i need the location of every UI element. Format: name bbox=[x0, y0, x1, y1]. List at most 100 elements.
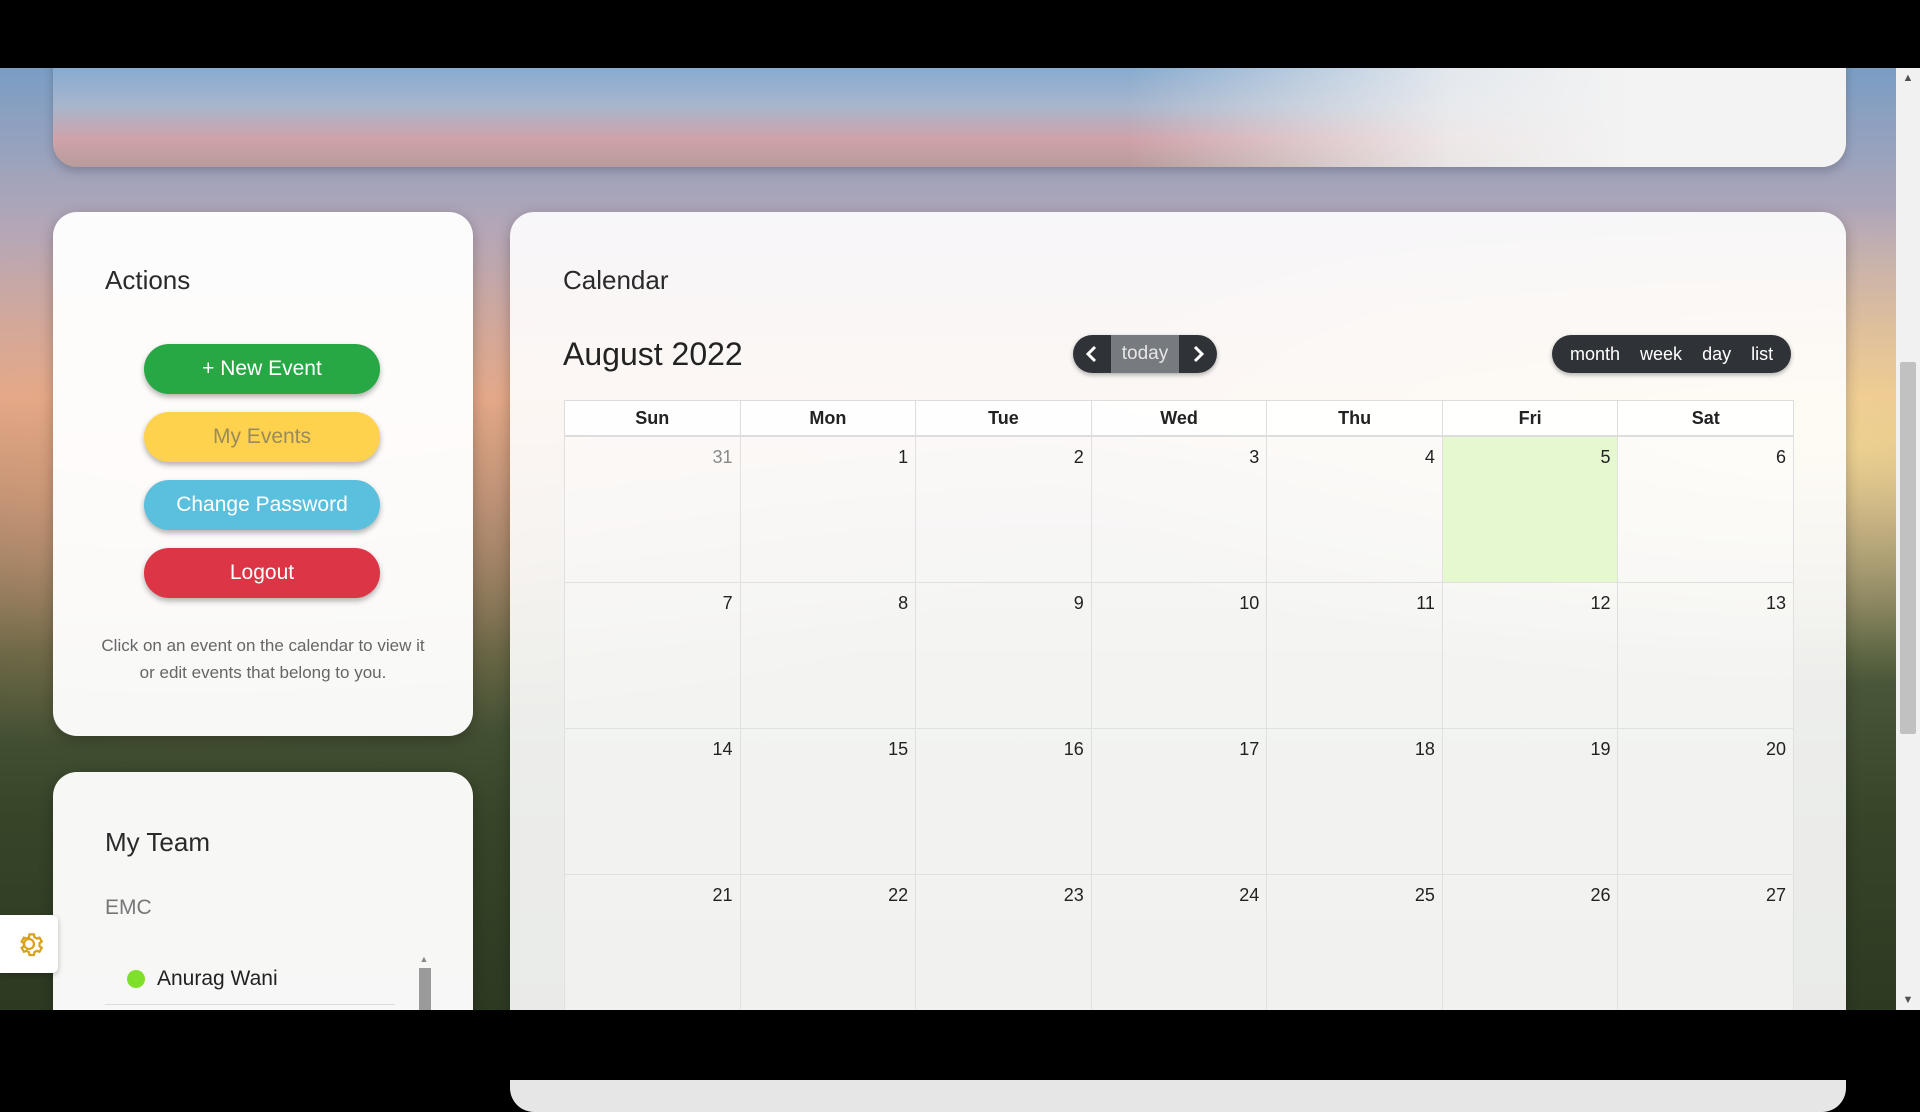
day-number: 20 bbox=[1766, 739, 1787, 759]
calendar-day-cell[interactable]: 11 bbox=[1267, 583, 1443, 728]
calendar-day-cell[interactable]: 15 bbox=[740, 729, 917, 874]
view-list-button[interactable]: list bbox=[1741, 335, 1783, 373]
weekday-header: Thu bbox=[1267, 401, 1443, 435]
day-number: 18 bbox=[1414, 739, 1435, 759]
day-number: 25 bbox=[1414, 885, 1435, 905]
calendar-week-row: 31 1 2 3 4 5 6 bbox=[564, 437, 1795, 583]
calendar-day-cell[interactable]: 9 bbox=[916, 583, 1092, 728]
calendar-view-switcher: month week day list bbox=[1552, 335, 1792, 373]
calendar-day-cell[interactable]: 24 bbox=[1091, 875, 1268, 1020]
calendar-day-cell[interactable]: 10 bbox=[1091, 583, 1268, 728]
day-number: 11 bbox=[1416, 593, 1435, 613]
calendar-day-cell[interactable]: 12 bbox=[1442, 583, 1619, 728]
view-month-button[interactable]: month bbox=[1560, 335, 1630, 373]
actions-hint: Click on an event on the calendar to vie… bbox=[101, 636, 425, 682]
calendar-day-cell[interactable]: 25 bbox=[1267, 875, 1443, 1020]
calendar-month-label: August 2022 bbox=[563, 336, 743, 372]
day-number: 3 bbox=[1249, 447, 1260, 467]
day-number: 19 bbox=[1590, 739, 1611, 759]
calendar-day-cell[interactable]: 16 bbox=[916, 729, 1092, 874]
chevron-right-icon bbox=[1193, 345, 1205, 363]
calendar-day-cell[interactable]: 13 bbox=[1618, 583, 1795, 728]
weekday-header: Mon bbox=[741, 401, 917, 435]
weekday-header: Sun bbox=[565, 401, 741, 435]
actions-card: Actions + New Event My Events Change Pas… bbox=[53, 212, 473, 736]
view-day-button[interactable]: day bbox=[1692, 335, 1741, 373]
scroll-up-icon[interactable]: ▲ bbox=[1896, 68, 1920, 88]
team-member-name: Anurag Wani bbox=[157, 967, 278, 990]
page-scrollbar[interactable]: ▲ ▼ bbox=[1896, 68, 1920, 1010]
calendar-day-cell[interactable]: 3 bbox=[1091, 437, 1268, 582]
calendar-day-cell[interactable]: 23 bbox=[916, 875, 1092, 1020]
prev-month-button[interactable] bbox=[1073, 335, 1111, 373]
day-number: 8 bbox=[898, 593, 909, 613]
day-number: 12 bbox=[1590, 593, 1611, 613]
day-number: 10 bbox=[1239, 593, 1260, 613]
calendar-day-cell[interactable]: 7 bbox=[565, 583, 741, 728]
weekday-header: Sat bbox=[1691, 408, 1720, 428]
calendar-day-cell[interactable]: 20 bbox=[1618, 729, 1795, 874]
day-number: 4 bbox=[1424, 447, 1435, 467]
day-number: 2 bbox=[1073, 447, 1084, 467]
calendar-week-row: 7 8 9 10 11 12 13 bbox=[564, 583, 1795, 729]
day-number: 23 bbox=[1063, 885, 1084, 905]
calendar-day-cell[interactable]: 27 bbox=[1618, 875, 1795, 1020]
day-number: 1 bbox=[898, 447, 909, 467]
calendar-day-cell[interactable]: 6 bbox=[1618, 437, 1795, 582]
online-status-icon bbox=[127, 970, 145, 988]
header-banner bbox=[53, 58, 1846, 167]
day-number: 6 bbox=[1776, 447, 1787, 467]
calendar-day-cell-today[interactable]: 5 bbox=[1442, 437, 1619, 582]
weekday-header: Fri bbox=[1443, 401, 1619, 435]
weekday-header: Wed bbox=[1092, 401, 1268, 435]
today-button[interactable]: today bbox=[1111, 335, 1179, 373]
day-number: 15 bbox=[888, 739, 909, 759]
day-number: 22 bbox=[888, 885, 909, 905]
calendar-nav-group: today bbox=[1073, 335, 1217, 373]
team-title: My Team bbox=[105, 827, 210, 857]
day-number: 21 bbox=[712, 885, 733, 905]
day-number: 31 bbox=[712, 447, 733, 467]
calendar-day-cell[interactable]: 18 bbox=[1267, 729, 1443, 874]
logout-button[interactable]: Logout bbox=[144, 548, 380, 598]
day-number: 9 bbox=[1073, 593, 1084, 613]
settings-button[interactable] bbox=[0, 915, 58, 973]
calendar-day-cell[interactable]: 31 bbox=[565, 437, 741, 582]
view-week-button[interactable]: week bbox=[1630, 335, 1692, 373]
calendar-title: Calendar bbox=[563, 265, 669, 295]
calendar-day-cell[interactable]: 2 bbox=[916, 437, 1092, 582]
change-password-button[interactable]: Change Password bbox=[144, 480, 380, 530]
calendar-day-cell[interactable]: 21 bbox=[565, 875, 741, 1020]
calendar-day-cell[interactable]: 8 bbox=[740, 583, 917, 728]
calendar-day-cell[interactable]: 22 bbox=[740, 875, 917, 1020]
calendar-day-cell[interactable]: 1 bbox=[740, 437, 917, 582]
scroll-up-icon[interactable]: ▲ bbox=[415, 954, 433, 964]
day-number: 5 bbox=[1600, 447, 1611, 467]
next-month-button[interactable] bbox=[1179, 335, 1217, 373]
gear-icon bbox=[20, 933, 44, 957]
day-number: 13 bbox=[1766, 593, 1787, 613]
calendar-grid: Sun Mon Tue Wed Thu Fri Sat 31 1 2 3 4 5… bbox=[564, 400, 1795, 1021]
team-member[interactable]: Anurag Wani bbox=[105, 954, 395, 1005]
calendar-day-cell[interactable]: 17 bbox=[1091, 729, 1268, 874]
bottom-letterbox bbox=[0, 1010, 1920, 1080]
weekday-header: Tue bbox=[916, 401, 1092, 435]
day-number: 27 bbox=[1766, 885, 1787, 905]
calendar-week-row: 14 15 16 17 18 19 20 bbox=[564, 729, 1795, 875]
day-number: 16 bbox=[1063, 739, 1084, 759]
new-event-button[interactable]: + New Event bbox=[144, 344, 380, 394]
calendar-day-cell[interactable]: 14 bbox=[565, 729, 741, 874]
calendar-day-cell[interactable]: 26 bbox=[1442, 875, 1619, 1020]
day-number: 24 bbox=[1239, 885, 1260, 905]
weekday-header-row: Sun Mon Tue Wed Thu Fri Sat bbox=[564, 400, 1794, 437]
day-number: 26 bbox=[1590, 885, 1611, 905]
page-scroll-thumb[interactable] bbox=[1900, 362, 1916, 734]
calendar-day-cell[interactable]: 19 bbox=[1442, 729, 1619, 874]
day-number: 14 bbox=[712, 739, 733, 759]
calendar-day-cell[interactable]: 4 bbox=[1267, 437, 1443, 582]
day-number: 17 bbox=[1239, 739, 1260, 759]
day-number: 7 bbox=[722, 593, 733, 613]
my-events-button[interactable]: My Events bbox=[144, 412, 380, 462]
scroll-down-icon[interactable]: ▼ bbox=[1896, 990, 1920, 1010]
chevron-left-icon bbox=[1085, 345, 1097, 363]
